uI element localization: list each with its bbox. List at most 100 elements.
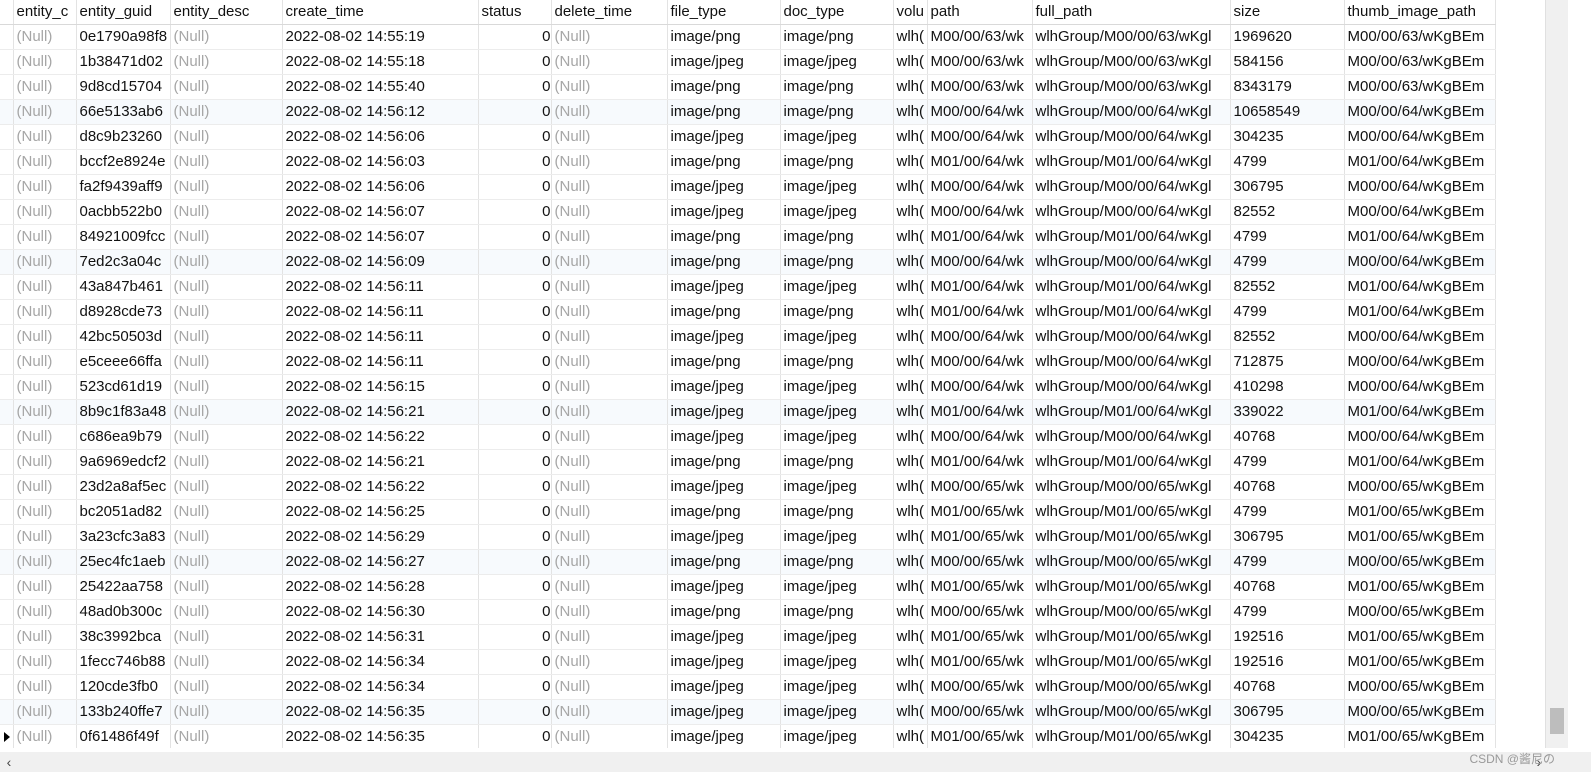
cell-volu[interactable]: wlh(: [893, 599, 928, 625]
cell-volu[interactable]: wlh(: [893, 274, 928, 300]
cell-create-time[interactable]: 2022-08-02 14:56:12: [282, 99, 479, 125]
cell-size[interactable]: 4799: [1230, 449, 1345, 475]
cell-entity-guid[interactable]: bccf2e8924e: [76, 149, 171, 175]
cell-delete-time[interactable]: (Null): [551, 174, 668, 200]
cell-entity-guid[interactable]: 3a23cfc3a83: [76, 524, 171, 550]
table-row[interactable]: (Null) 3a23cfc3a83 (Null) 2022-08-02 14:56:…: [0, 524, 1496, 550]
row-selector[interactable]: [0, 124, 14, 150]
row-selector[interactable]: [0, 624, 14, 650]
row-selector[interactable]: [0, 549, 14, 575]
cell-size[interactable]: 306795: [1230, 174, 1345, 200]
cell-create-time[interactable]: 2022-08-02 14:56:11: [282, 324, 479, 350]
cell-status[interactable]: 0: [478, 674, 552, 700]
cell-size[interactable]: 40768: [1230, 574, 1345, 600]
cell-path[interactable]: M00/00/64/wk: [927, 324, 1033, 350]
cell-create-time[interactable]: 2022-08-02 14:56:09: [282, 249, 479, 275]
row-selector[interactable]: [0, 474, 14, 500]
cell-full-path[interactable]: wlhGroup/M01/00/64/wKgl: [1032, 224, 1231, 250]
cell-entity-guid[interactable]: bc2051ad82: [76, 499, 171, 525]
table-row[interactable]: (Null) d8928cde73 (Null) 2022-08-02 14:56:1…: [0, 299, 1496, 325]
cell-entity-c[interactable]: (Null): [13, 374, 77, 400]
column-header-entity-c[interactable]: entity_c: [13, 0, 77, 25]
table-row[interactable]: (Null) bc2051ad82 (Null) 2022-08-02 14:56:2…: [0, 499, 1496, 525]
cell-doc-type[interactable]: image/jpeg: [780, 374, 894, 400]
cell-full-path[interactable]: wlhGroup/M00/00/64/wKgl: [1032, 249, 1231, 275]
cell-create-time[interactable]: 2022-08-02 14:56:15: [282, 374, 479, 400]
cell-full-path[interactable]: wlhGroup/M00/00/64/wKgl: [1032, 199, 1231, 225]
cell-volu[interactable]: wlh(: [893, 649, 928, 675]
cell-doc-type[interactable]: image/png: [780, 249, 894, 275]
cell-path[interactable]: M00/00/64/wk: [927, 199, 1033, 225]
cell-delete-time[interactable]: (Null): [551, 449, 668, 475]
cell-entity-guid[interactable]: 0f61486f49f: [76, 724, 171, 748]
cell-full-path[interactable]: wlhGroup/M01/00/65/wKgl: [1032, 724, 1231, 748]
cell-entity-c[interactable]: (Null): [13, 149, 77, 175]
cell-size[interactable]: 339022: [1230, 399, 1345, 425]
cell-size[interactable]: 304235: [1230, 724, 1345, 748]
row-selector[interactable]: [0, 199, 14, 225]
cell-doc-type[interactable]: image/jpeg: [780, 474, 894, 500]
cell-full-path[interactable]: wlhGroup/M00/00/63/wKgl: [1032, 74, 1231, 100]
cell-delete-time[interactable]: (Null): [551, 649, 668, 675]
cell-thumb-image-path[interactable]: M00/00/64/wKgBEm: [1344, 249, 1496, 275]
cell-full-path[interactable]: wlhGroup/M00/00/65/wKgl: [1032, 699, 1231, 725]
cell-status[interactable]: 0: [478, 724, 552, 748]
cell-doc-type[interactable]: image/jpeg: [780, 124, 894, 150]
cell-doc-type[interactable]: image/jpeg: [780, 724, 894, 748]
cell-full-path[interactable]: wlhGroup/M01/00/64/wKgl: [1032, 274, 1231, 300]
cell-create-time[interactable]: 2022-08-02 14:56:27: [282, 549, 479, 575]
cell-thumb-image-path[interactable]: M00/00/65/wKgBEm: [1344, 599, 1496, 625]
cell-status[interactable]: 0: [478, 74, 552, 100]
cell-size[interactable]: 40768: [1230, 424, 1345, 450]
cell-thumb-image-path[interactable]: M00/00/64/wKgBEm: [1344, 174, 1496, 200]
cell-size[interactable]: 4799: [1230, 499, 1345, 525]
cell-entity-desc[interactable]: (Null): [170, 624, 283, 650]
cell-entity-c[interactable]: (Null): [13, 174, 77, 200]
table-row[interactable]: (Null) 1b38471d02 (Null) 2022-08-02 14:55:1…: [0, 49, 1496, 75]
cell-full-path[interactable]: wlhGroup/M00/00/65/wKgl: [1032, 674, 1231, 700]
table-row[interactable]: (Null) 66e5133ab6 (Null) 2022-08-02 14:56:1…: [0, 99, 1496, 125]
cell-doc-type[interactable]: image/jpeg: [780, 674, 894, 700]
cell-status[interactable]: 0: [478, 174, 552, 200]
cell-size[interactable]: 410298: [1230, 374, 1345, 400]
cell-thumb-image-path[interactable]: M00/00/64/wKgBEm: [1344, 124, 1496, 150]
row-selector[interactable]: [0, 74, 14, 100]
cell-entity-c[interactable]: (Null): [13, 449, 77, 475]
cell-volu[interactable]: wlh(: [893, 449, 928, 475]
cell-delete-time[interactable]: (Null): [551, 349, 668, 375]
cell-entity-c[interactable]: (Null): [13, 399, 77, 425]
cell-entity-c[interactable]: (Null): [13, 124, 77, 150]
cell-file-type[interactable]: image/jpeg: [667, 524, 781, 550]
cell-thumb-image-path[interactable]: M00/00/64/wKgBEm: [1344, 99, 1496, 125]
cell-delete-time[interactable]: (Null): [551, 149, 668, 175]
cell-create-time[interactable]: 2022-08-02 14:56:11: [282, 299, 479, 325]
cell-entity-guid[interactable]: fa2f9439aff9: [76, 174, 171, 200]
cell-volu[interactable]: wlh(: [893, 324, 928, 350]
cell-file-type[interactable]: image/jpeg: [667, 124, 781, 150]
cell-delete-time[interactable]: (Null): [551, 524, 668, 550]
cell-delete-time[interactable]: (Null): [551, 399, 668, 425]
cell-status[interactable]: 0: [478, 24, 552, 50]
cell-entity-c[interactable]: (Null): [13, 274, 77, 300]
cell-delete-time[interactable]: (Null): [551, 374, 668, 400]
cell-doc-type[interactable]: image/jpeg: [780, 424, 894, 450]
cell-file-type[interactable]: image/png: [667, 99, 781, 125]
cell-status[interactable]: 0: [478, 424, 552, 450]
cell-file-type[interactable]: image/jpeg: [667, 174, 781, 200]
cell-thumb-image-path[interactable]: M00/00/63/wKgBEm: [1344, 49, 1496, 75]
cell-path[interactable]: M00/00/65/wk: [927, 549, 1033, 575]
cell-create-time[interactable]: 2022-08-02 14:55:40: [282, 74, 479, 100]
cell-entity-guid[interactable]: 1b38471d02: [76, 49, 171, 75]
cell-status[interactable]: 0: [478, 274, 552, 300]
cell-size[interactable]: 4799: [1230, 299, 1345, 325]
cell-size[interactable]: 1969620: [1230, 24, 1345, 50]
cell-file-type[interactable]: image/png: [667, 249, 781, 275]
cell-volu[interactable]: wlh(: [893, 399, 928, 425]
cell-thumb-image-path[interactable]: M01/00/65/wKgBEm: [1344, 724, 1496, 748]
cell-entity-desc[interactable]: (Null): [170, 574, 283, 600]
row-selector[interactable]: [0, 249, 14, 275]
table-row[interactable]: (Null) bccf2e8924e (Null) 2022-08-02 14:56:…: [0, 149, 1496, 175]
cell-full-path[interactable]: wlhGroup/M00/00/64/wKgl: [1032, 99, 1231, 125]
row-selector[interactable]: [0, 224, 14, 250]
cell-volu[interactable]: wlh(: [893, 49, 928, 75]
